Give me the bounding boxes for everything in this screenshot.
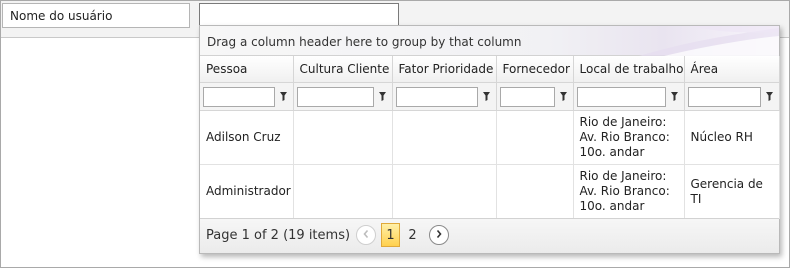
next-page-button[interactable] bbox=[429, 225, 449, 245]
filter-input-fornecedor[interactable] bbox=[499, 86, 555, 107]
funnel-icon[interactable] bbox=[278, 92, 290, 101]
cell-pessoa: Adilson Cruz bbox=[200, 110, 294, 165]
cell-fornecedor bbox=[496, 164, 574, 219]
pager-info: Page 1 of 2 (19 items) bbox=[206, 228, 351, 243]
user-combo-input[interactable] bbox=[199, 3, 399, 26]
filter-cell-fator-prioridade bbox=[392, 82, 497, 111]
table-row[interactable]: Adilson Cruz Rio de Janeiro: Av. Rio Bra… bbox=[200, 110, 780, 165]
column-header-local-de-trabalho[interactable]: Local de trabalho bbox=[573, 56, 685, 83]
field-label: Nome do usuário bbox=[2, 3, 190, 28]
column-header-fornecedor[interactable]: Fornecedor bbox=[496, 56, 574, 83]
filter-row bbox=[200, 82, 780, 111]
cell-fator-prioridade bbox=[392, 164, 497, 219]
filter-cell-fornecedor bbox=[496, 82, 574, 111]
funnel-icon[interactable] bbox=[669, 92, 681, 101]
filter-input-fator-prioridade[interactable] bbox=[395, 86, 478, 107]
table-row[interactable]: Administrador Rio de Janeiro: Av. Rio Br… bbox=[200, 164, 780, 219]
group-panel-text: Drag a column header here to group by th… bbox=[207, 35, 522, 49]
filter-cell-cultura-cliente bbox=[293, 82, 393, 111]
funnel-icon[interactable] bbox=[558, 92, 570, 101]
filter-input-cultura-cliente[interactable] bbox=[296, 86, 374, 107]
page-button-2[interactable]: 2 bbox=[403, 223, 422, 247]
chevron-left-icon bbox=[362, 228, 370, 242]
cell-area: Gerencia de TI bbox=[684, 164, 780, 219]
header-row: Pessoa Cultura Cliente Fator Prioridade … bbox=[200, 56, 780, 83]
column-header-pessoa[interactable]: Pessoa bbox=[200, 56, 294, 83]
prev-page-button[interactable] bbox=[356, 225, 376, 245]
page-button-1[interactable]: 1 bbox=[381, 223, 400, 247]
cell-fator-prioridade bbox=[392, 110, 497, 165]
column-header-cultura-cliente[interactable]: Cultura Cliente bbox=[293, 56, 393, 83]
pager: Page 1 of 2 (19 items) 1 2 bbox=[200, 218, 779, 253]
cell-area: Núcleo RH bbox=[684, 110, 780, 165]
funnel-icon[interactable] bbox=[481, 92, 493, 101]
filter-input-area[interactable] bbox=[687, 86, 761, 107]
group-panel[interactable]: Drag a column header here to group by th… bbox=[200, 26, 779, 56]
funnel-icon[interactable] bbox=[377, 92, 389, 101]
filter-input-pessoa[interactable] bbox=[203, 86, 275, 107]
cell-fornecedor bbox=[496, 110, 574, 165]
filter-cell-area bbox=[684, 82, 780, 111]
column-header-fator-prioridade[interactable]: Fator Prioridade bbox=[392, 56, 497, 83]
cell-local-de-trabalho: Rio de Janeiro: Av. Rio Branco: 10o. and… bbox=[573, 110, 685, 165]
data-grid: Pessoa Cultura Cliente Fator Prioridade … bbox=[200, 56, 780, 219]
filter-cell-local-de-trabalho bbox=[573, 82, 685, 111]
group-panel-decoration bbox=[619, 26, 779, 56]
cell-local-de-trabalho: Rio de Janeiro: Av. Rio Branco: 10o. and… bbox=[573, 164, 685, 219]
funnel-icon[interactable] bbox=[764, 92, 776, 101]
cell-cultura-cliente bbox=[293, 110, 393, 165]
filter-cell-pessoa bbox=[200, 82, 294, 111]
column-header-area[interactable]: Área bbox=[684, 56, 780, 83]
cell-pessoa: Administrador bbox=[200, 164, 294, 219]
dropdown-grid-popup: Drag a column header here to group by th… bbox=[199, 25, 780, 254]
cell-cultura-cliente bbox=[293, 164, 393, 219]
filter-input-local-de-trabalho[interactable] bbox=[576, 86, 666, 107]
chevron-right-icon bbox=[435, 228, 443, 242]
